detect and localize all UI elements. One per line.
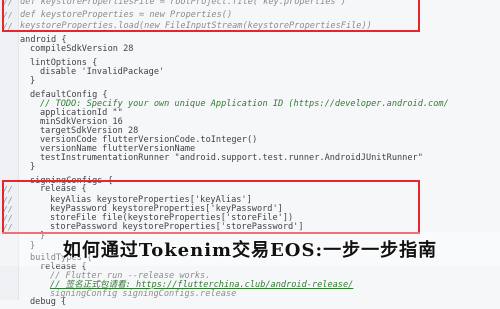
overlay-title: 如何通过Tokenim交易EOS:一步一步指南 (0, 232, 500, 266)
highlight-box-keystore (2, 0, 420, 32)
code-text: compileSdkVersion 28 (30, 44, 134, 54)
code-text: } (30, 76, 36, 86)
code-editor[interactable]: //def keystorePropertiesFile = rootProje… (0, 0, 500, 307)
code-text: } (30, 162, 36, 172)
highlight-box-signing (2, 180, 420, 234)
code-line[interactable]: debug { (0, 296, 500, 309)
code-text: debug { (30, 297, 67, 307)
code-line[interactable]: } (0, 75, 500, 88)
code-line[interactable]: compileSdkVersion 28 (0, 43, 500, 56)
code-line[interactable]: } (0, 161, 500, 174)
